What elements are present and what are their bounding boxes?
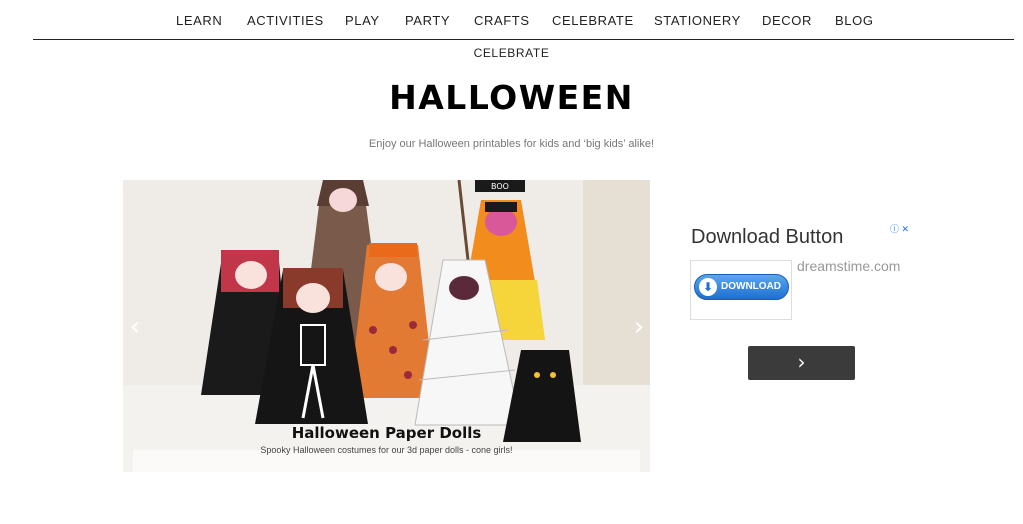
advertisement[interactable]: Download Button ⓘ ✕ ⬇ DOWNLOAD dreamstim… <box>690 220 915 320</box>
ad-download-label: DOWNLOAD <box>721 281 781 292</box>
ad-title[interactable]: Download Button <box>691 226 843 249</box>
nav-activities[interactable]: ACTIVITIES <box>247 13 324 28</box>
ad-image[interactable]: ⬇ DOWNLOAD <box>690 260 792 320</box>
ad-choices-icon[interactable]: ⓘ ✕ <box>890 222 909 235</box>
download-arrow-icon: ⬇ <box>699 278 717 296</box>
nav-blog[interactable]: BLOG <box>835 13 874 28</box>
featured-slider[interactable]: BOO ‹ › Halloween Paper Dolls Spooky Hal… <box>123 180 650 472</box>
slider-prev-button[interactable]: ‹ <box>123 312 147 342</box>
page-title: HALLOWEEN <box>389 78 634 117</box>
nav-play[interactable]: PLAY <box>345 13 380 28</box>
nav-divider <box>33 39 1014 40</box>
slide-caption-subtitle: Spooky Halloween costumes for our 3d pap… <box>260 445 513 455</box>
nav-decor[interactable]: DECOR <box>762 13 812 28</box>
nav-stationery[interactable]: STATIONERY <box>654 13 741 28</box>
main-navigation: LEARN ACTIVITIES PLAY PARTY CRAFTS CELEB… <box>0 0 1023 40</box>
nav-crafts[interactable]: CRAFTS <box>474 13 530 28</box>
boo-sign: BOO <box>491 182 509 191</box>
slide-caption-title[interactable]: Halloween Paper Dolls <box>123 424 650 442</box>
page-subtitle: Enjoy our Halloween printables for kids … <box>368 138 655 150</box>
ad-domain[interactable]: dreamstime.com <box>797 258 900 274</box>
ad-next-button[interactable]: › <box>748 346 855 380</box>
slider-next-button[interactable]: › <box>627 312 650 342</box>
ad-download-button[interactable]: ⬇ DOWNLOAD <box>694 274 789 300</box>
nav-party[interactable]: PARTY <box>405 13 450 28</box>
nav-learn[interactable]: LEARN <box>176 13 222 28</box>
breadcrumb: CELEBRATE <box>0 46 1023 60</box>
nav-celebrate[interactable]: CELEBRATE <box>552 13 634 28</box>
breadcrumb-celebrate[interactable]: CELEBRATE <box>474 46 550 60</box>
